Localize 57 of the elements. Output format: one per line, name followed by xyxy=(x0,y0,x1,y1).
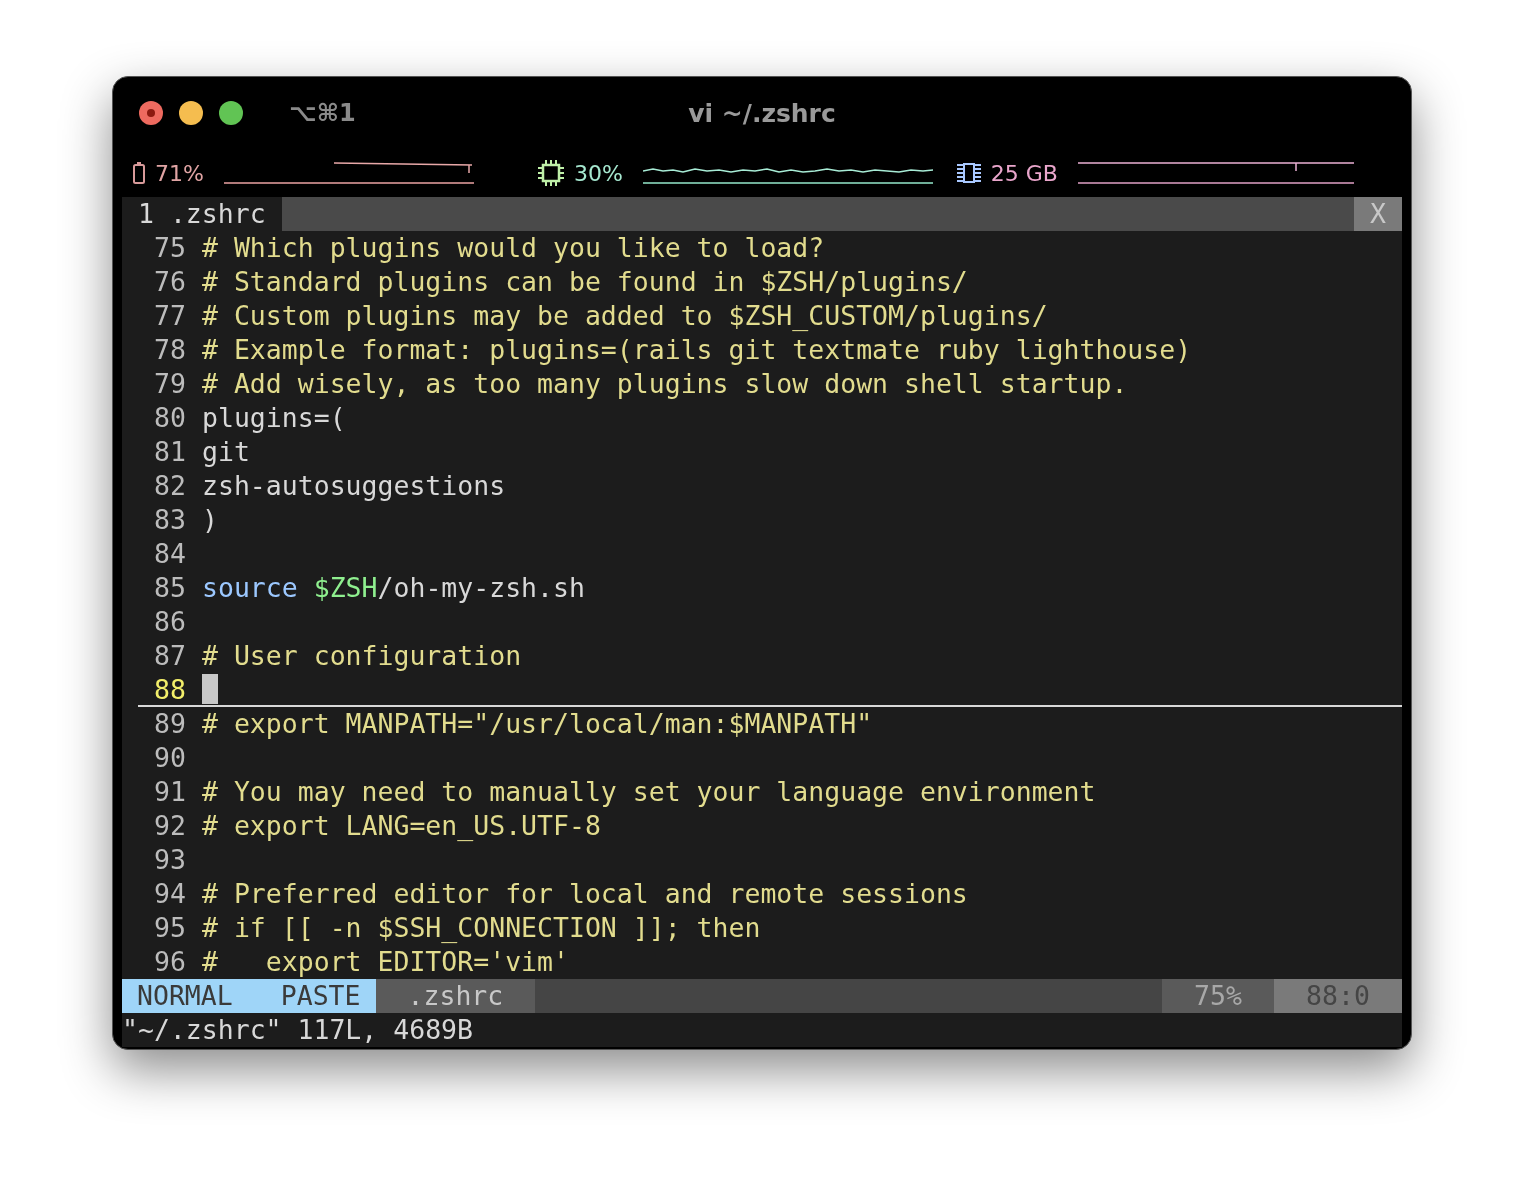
window-title: vi ~/.zshrc xyxy=(688,97,836,130)
code-line: # Add wisely, as too many plugins slow down shell startup. xyxy=(202,367,1128,401)
line-number: 88 xyxy=(153,673,186,705)
code-line: # export LANG=en_US.UTF-8 xyxy=(202,809,601,843)
line-number: 91 xyxy=(153,775,186,809)
line-number: 87 xyxy=(153,639,186,673)
line-number: 78 xyxy=(153,333,186,367)
line-number: 83 xyxy=(153,503,186,537)
line-number: 95 xyxy=(153,911,186,945)
buffer-tab[interactable]: 1 .zshrc xyxy=(122,197,282,231)
scroll-percent: 75% xyxy=(1162,979,1274,1013)
code-line: # You may need to manually set your language environment xyxy=(202,775,1096,809)
close-button[interactable] xyxy=(139,101,163,126)
stat-value: 25 GB xyxy=(990,159,1058,188)
line-number: 96 xyxy=(153,945,186,979)
code-line: zsh-autosuggestions xyxy=(202,469,506,503)
line-number: 86 xyxy=(153,605,186,639)
code-line: # Example format: plugins=(rails git textmate ruby lighthouse) xyxy=(202,333,1192,367)
code-line: # Which plugins would you like to load? xyxy=(202,231,825,265)
paste-label: PASTE xyxy=(280,979,361,1013)
status-message: "~/.zshrc" 117L, 4689B xyxy=(122,1014,473,1045)
battery-icon xyxy=(133,162,145,185)
line-number: 81 xyxy=(153,435,186,469)
text-cursor xyxy=(202,674,218,704)
code-line: ) xyxy=(202,503,218,537)
line-number: 92 xyxy=(153,809,186,843)
code-line: plugins=( xyxy=(202,401,346,435)
code-line: # Standard plugins can be found in $ZSH/plugins/ xyxy=(202,265,968,299)
line-number: 85 xyxy=(153,571,186,605)
code-line: # User configuration xyxy=(202,639,522,673)
line-number: 79 xyxy=(153,367,186,401)
line-number: 89 xyxy=(153,707,186,741)
line-number: 77 xyxy=(153,299,186,333)
line-number: 94 xyxy=(153,877,186,911)
tab-shortcut: ⌥⌘1 xyxy=(289,98,356,130)
line-number: 82 xyxy=(153,469,186,503)
line-number: 76 xyxy=(153,265,186,299)
line-number: 93 xyxy=(153,843,186,877)
line-number: 80 xyxy=(153,401,186,435)
zoom-button[interactable] xyxy=(219,101,243,126)
stat-value: 30% xyxy=(573,159,623,188)
code-line: # if [[ -n $SSH_CONNECTION ]]; then xyxy=(202,911,761,945)
stat-value: 71% xyxy=(155,159,204,188)
code-line: # Preferred editor for local and remote sessions xyxy=(202,877,968,911)
memory-icon xyxy=(956,163,981,184)
code-line: git xyxy=(202,435,250,469)
code-line: # export EDITOR='vim' xyxy=(202,945,569,979)
file-name: .zshrc xyxy=(375,979,536,1013)
line-number: 90 xyxy=(153,741,186,775)
minimize-button[interactable] xyxy=(179,101,203,126)
mode-label: NORMAL xyxy=(137,979,233,1013)
line-number: 84 xyxy=(153,537,186,571)
line-number: 75 xyxy=(153,231,186,265)
chip-icon xyxy=(537,160,564,187)
code-line: # export MANPATH="/usr/local/man:$MANPATH" xyxy=(202,707,873,741)
code-line: source $ZSH/oh-my-zsh.sh xyxy=(202,571,585,605)
code-line: # Custom plugins may be added to $ZSH_CUSTOM/plugins/ xyxy=(202,299,1048,333)
